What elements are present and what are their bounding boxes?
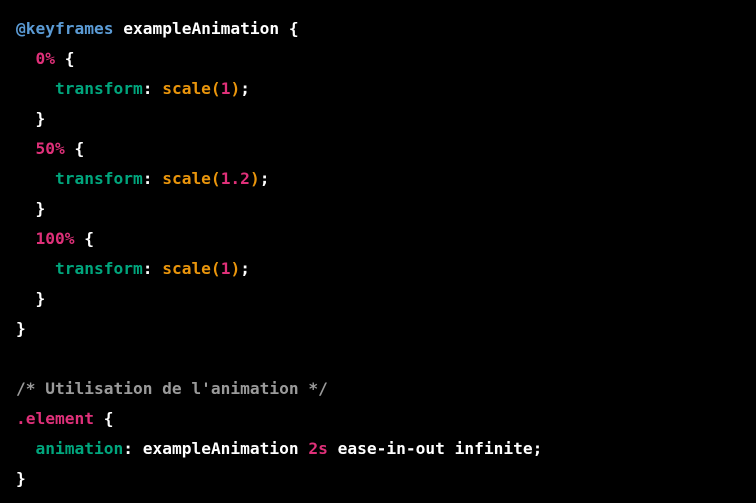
colon: : [142, 79, 153, 98]
code-comment: /* Utilisation de l'animation */ [16, 379, 328, 398]
colon: : [123, 439, 133, 458]
open-brace: { [103, 409, 114, 428]
element-selector: .element [16, 409, 94, 428]
code-line-frame-declaration: transform: scale(1); [16, 254, 756, 284]
colon: : [142, 259, 153, 278]
open-brace: { [74, 139, 85, 158]
animation-property: animation [35, 439, 124, 458]
close-brace: } [16, 319, 26, 338]
colon: : [142, 169, 153, 188]
semicolon: ; [240, 259, 250, 278]
function-name: scale( [162, 79, 221, 98]
property-name: transform [54, 259, 143, 278]
code-line-keyframes-close: } [16, 314, 756, 344]
animation-timing: ease-in-out infinite [337, 439, 533, 458]
code-line-frame-declaration: transform: scale(1); [16, 74, 756, 104]
keyframes-at-rule: @keyframes [16, 19, 114, 38]
close-brace: } [35, 109, 46, 128]
code-line-frame-selector: 50% { [16, 134, 756, 164]
open-brace: { [288, 19, 299, 38]
code-line-keyframes: @keyframes exampleAnimation { [16, 14, 756, 44]
function-close: ) [249, 169, 260, 188]
close-brace: } [16, 469, 26, 488]
frame-selector: 100% [35, 229, 75, 248]
frame-selector: 0% [35, 49, 56, 68]
code-line-animation-declaration: animation: exampleAnimation 2s ease-in-o… [16, 434, 756, 464]
frame-selector: 50% [35, 139, 65, 158]
code-block: @keyframes exampleAnimation { 0% { trans… [0, 0, 756, 503]
close-brace: } [35, 199, 46, 218]
code-line-frame-close: } [16, 284, 756, 314]
function-close: ) [230, 259, 241, 278]
semicolon: ; [259, 169, 270, 188]
function-name: scale( [162, 259, 221, 278]
scale-value: 1 [220, 259, 231, 278]
animation-value-name: exampleAnimation [142, 439, 299, 458]
open-brace: { [84, 229, 94, 248]
code-line-element-selector: .element { [16, 404, 756, 434]
code-line-element-close: } [16, 464, 756, 494]
scale-value: 1 [220, 79, 231, 98]
code-line-frame-close: } [16, 104, 756, 134]
semicolon: ; [240, 79, 250, 98]
open-brace: { [64, 49, 75, 68]
animation-name: exampleAnimation [123, 19, 280, 38]
animation-duration: 2s [308, 439, 328, 458]
code-line-frame-close: } [16, 194, 756, 224]
code-line-frame-selector: 0% { [16, 44, 756, 74]
close-brace: } [35, 289, 46, 308]
code-line-comment: /* Utilisation de l'animation */ [16, 374, 756, 404]
code-line-frame-declaration: transform: scale(1.2); [16, 164, 756, 194]
code-line-frame-selector: 100% { [16, 224, 756, 254]
property-name: transform [54, 79, 143, 98]
property-name: transform [54, 169, 143, 188]
scale-value: 1.2 [220, 169, 250, 188]
semicolon: ; [532, 439, 543, 458]
function-close: ) [230, 79, 241, 98]
function-name: scale( [162, 169, 221, 188]
